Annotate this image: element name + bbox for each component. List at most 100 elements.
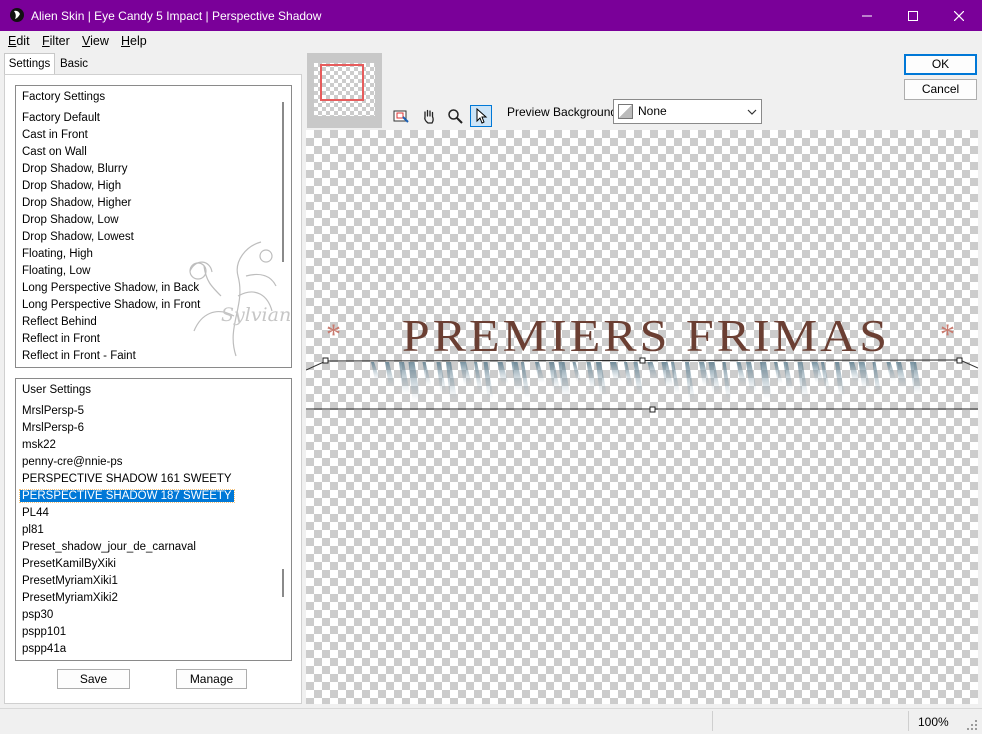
menu-edit[interactable]: Edit: [8, 33, 30, 49]
app-logo-icon: [10, 8, 24, 22]
list-item[interactable]: Cast on Wall: [16, 144, 291, 161]
star-left: *: [326, 318, 341, 351]
status-bar: 100%: [0, 708, 982, 734]
list-item[interactable]: Drop Shadow, Higher: [16, 195, 291, 212]
list-item-label: psp30: [22, 609, 54, 621]
factory-settings-list[interactable]: Factory Settings Factory Default Cast in …: [15, 85, 292, 368]
list-item-label: pspp101: [22, 626, 67, 638]
navigator-thumbnail[interactable]: [307, 53, 382, 128]
tab-basic[interactable]: Basic: [56, 54, 92, 74]
minimize-button[interactable]: [844, 0, 890, 31]
pointer-tool-button[interactable]: [470, 105, 492, 127]
list-item[interactable]: PERSPECTIVE SHADOW 187 SWEETY: [16, 488, 291, 505]
factory-scroll-thumb[interactable]: [282, 102, 284, 262]
list-item[interactable]: pspp101: [16, 624, 291, 641]
list-item-label: PresetKamilByXiki: [22, 558, 116, 570]
zoom-tool-button[interactable]: [444, 105, 466, 127]
list-item[interactable]: Drop Shadow, Blurry: [16, 161, 291, 178]
list-item-label: Long Perspective Shadow, in Back: [22, 282, 200, 294]
list-item[interactable]: Cast in Front: [16, 127, 291, 144]
menu-filter[interactable]: Filter: [42, 33, 70, 49]
list-item[interactable]: PresetKamilByXiki: [16, 556, 291, 573]
preview-background-select[interactable]: None: [613, 99, 762, 124]
list-item-label: Floating, Low: [22, 265, 91, 277]
list-item[interactable]: Drop Shadow, Low: [16, 212, 291, 229]
list-item[interactable]: psp30: [16, 607, 291, 624]
preview-text: PREMIERS FRIMAS: [401, 310, 891, 361]
list-item-label: Cast in Front: [22, 129, 88, 141]
preview-background-swatch: [618, 104, 633, 119]
list-item-label: Long Perspective Shadow, in Front: [22, 299, 201, 311]
list-item[interactable]: Factory Default: [16, 110, 291, 127]
preview-background-label: Preview Background:: [507, 105, 621, 119]
list-item[interactable]: PresetMyriamXiki2: [16, 590, 291, 607]
list-item-label: PERSPECTIVE SHADOW 187 SWEETY: [19, 489, 235, 503]
zoom-tool-icon: [448, 109, 463, 124]
maximize-button[interactable]: [890, 0, 936, 31]
menu-help-rest: elp: [130, 34, 147, 48]
watermark-text: Sylviane: [221, 304, 292, 326]
tab-settings[interactable]: Settings: [4, 53, 55, 74]
list-item[interactable]: MrslPersp-5: [16, 403, 291, 420]
list-item-label: penny-cre@nnie-ps: [22, 456, 123, 468]
menu-view[interactable]: View: [82, 33, 109, 49]
list-item-label: MrslPersp-5: [22, 405, 84, 417]
user-settings-list[interactable]: User Settings MrslPersp-5 MrslPersp-6 msk2…: [15, 378, 292, 661]
close-window-button[interactable]: [936, 0, 982, 31]
navigator-tool-icon: [393, 110, 409, 123]
hand-tool-icon: [424, 109, 434, 124]
save-button[interactable]: Save: [57, 669, 130, 689]
menu-filter-rest: ilter: [49, 34, 70, 48]
list-item[interactable]: penny-cre@nnie-ps: [16, 454, 291, 471]
list-item[interactable]: msk22: [16, 437, 291, 454]
chevron-down-icon: [747, 109, 757, 115]
list-item-label: Drop Shadow, Blurry: [22, 163, 128, 175]
pointer-tool-icon: [476, 108, 488, 124]
list-item-label: PL44: [22, 507, 49, 519]
list-item-label: Reflect in Front - Faint: [22, 350, 136, 362]
preview-background-value: None: [638, 104, 667, 118]
navigator-tool-button[interactable]: [390, 105, 412, 127]
user-scroll-thumb[interactable]: [282, 569, 284, 597]
user-settings-items: MrslPersp-5 MrslPersp-6 msk22 penny-cre@nni…: [16, 403, 291, 658]
star-right: *: [940, 318, 955, 351]
cancel-button[interactable]: Cancel: [904, 79, 977, 100]
status-divider: [712, 711, 713, 731]
list-item-label: pspp41a: [22, 643, 67, 655]
list-item[interactable]: Preset_shadow_jour_de_carnaval: [16, 539, 291, 556]
list-item-label: Drop Shadow, Low: [22, 214, 119, 226]
title-bar: Alien Skin | Eye Candy 5 Impact | Perspe…: [0, 0, 982, 31]
list-item[interactable]: MrslPersp-6: [16, 420, 291, 437]
navigator-viewport-rect[interactable]: [320, 64, 364, 101]
list-item[interactable]: PERSPECTIVE SHADOW 161 SWEETY: [16, 471, 291, 488]
watermark-image: [189, 241, 277, 357]
menu-help[interactable]: Help: [121, 33, 147, 49]
maximize-icon: [908, 10, 918, 21]
manage-button[interactable]: Manage: [176, 669, 247, 689]
hand-tool-button[interactable]: [418, 105, 440, 127]
list-item-label: Reflect in Front: [22, 333, 100, 345]
list-item-label: Reflect Behind: [22, 316, 97, 328]
list-item-label: msk22: [22, 439, 56, 451]
perspective-shadow-reflection: [306, 357, 978, 413]
minimize-icon: [862, 15, 872, 16]
list-item-label: Factory Default: [22, 112, 100, 124]
list-item-label: Cast on Wall: [22, 146, 87, 158]
list-item-label: Drop Shadow, Lowest: [22, 231, 134, 243]
menu-bar: Edit Filter View Help: [0, 31, 982, 51]
menu-edit-rest: dit: [16, 34, 30, 48]
window-title: Alien Skin | Eye Candy 5 Impact | Perspe…: [31, 9, 322, 23]
list-item[interactable]: Drop Shadow, High: [16, 178, 291, 195]
list-item[interactable]: pspp41a: [16, 641, 291, 658]
preview-canvas[interactable]: * * PREMIERS FRIMAS: [306, 130, 978, 704]
list-item-label: PresetMyriamXiki1: [22, 575, 118, 587]
list-item[interactable]: pl81: [16, 522, 291, 539]
ok-button[interactable]: OK: [904, 54, 977, 75]
status-divider-2: [908, 711, 909, 731]
factory-settings-header: Factory Settings: [22, 91, 106, 103]
list-item[interactable]: PresetMyriamXiki1: [16, 573, 291, 590]
resize-grip-icon[interactable]: [966, 719, 978, 731]
user-settings-header: User Settings: [22, 384, 92, 396]
list-item-label: MrslPersp-6: [22, 422, 84, 434]
list-item[interactable]: PL44: [16, 505, 291, 522]
